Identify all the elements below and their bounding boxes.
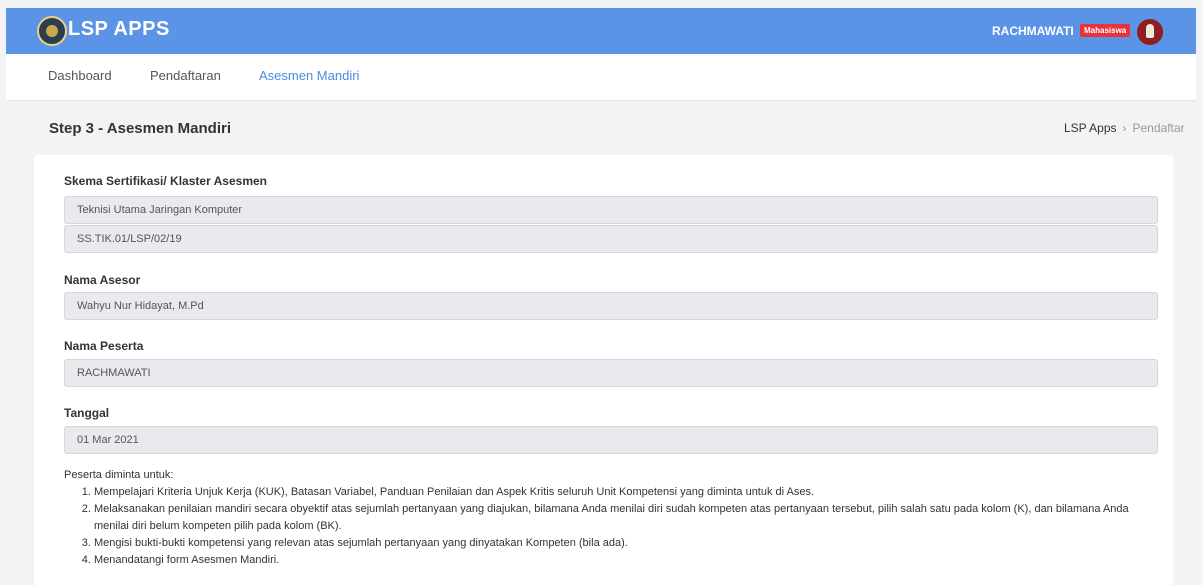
asesor-label: Nama Asesor <box>64 273 141 287</box>
asesor-field[interactable]: Wahyu Nur Hidayat, M.Pd <box>64 292 1158 320</box>
peserta-label: Nama Peserta <box>64 339 144 353</box>
instructions-list: Mempelajari Kriteria Unjuk Kerja (KUK), … <box>64 484 1154 569</box>
instruction-item: Melaksanakan penilaian mandiri secara ob… <box>94 501 1154 535</box>
instruction-item: Menandatangi form Asesmen Mandiri. <box>94 552 1154 569</box>
instruction-item: Mempelajari Kriteria Unjuk Kerja (KUK), … <box>94 484 1154 501</box>
tanggal-label: Tanggal <box>64 406 110 420</box>
peserta-field[interactable]: RACHMAWATI <box>64 359 1158 387</box>
nav-dashboard[interactable]: Dashboard <box>48 68 112 83</box>
nav-pendaftaran[interactable]: Pendaftaran <box>150 68 221 83</box>
skema-name-field[interactable]: Teknisi Utama Jaringan Komputer <box>64 196 1158 224</box>
skema-label: Skema Sertifikasi/ Klaster Asesmen <box>64 174 267 188</box>
breadcrumb: LSP Apps › Pendaftar <box>1064 121 1185 135</box>
tanggal-field[interactable]: 01 Mar 2021 <box>64 426 1158 454</box>
user-avatar[interactable] <box>1137 19 1163 45</box>
breadcrumb-item-pendaftar[interactable]: Pendaftar <box>1133 121 1185 135</box>
top-header-bar: LSP APPS RACHMAWATI Mahasiswa <box>6 8 1196 54</box>
role-badge: Mahasiswa <box>1080 24 1131 37</box>
user-name[interactable]: RACHMAWATI <box>992 24 1074 38</box>
instruction-item: Mengisi bukti-bukti kompetensi yang rele… <box>94 535 1154 552</box>
app-logo-text[interactable]: LSP APPS <box>68 18 170 41</box>
page-title: Step 3 - Asesmen Mandiri <box>49 120 231 137</box>
breadcrumb-item-lsp-apps[interactable]: LSP Apps <box>1064 121 1117 135</box>
instructions-block: Peserta diminta untuk: Mempelajari Krite… <box>64 467 1154 569</box>
main-nav: Dashboard Pendaftaran Asesmen Mandiri <box>6 54 1196 101</box>
lsp-logo-icon[interactable] <box>37 16 67 46</box>
instructions-intro: Peserta diminta untuk: <box>64 469 174 481</box>
breadcrumb-separator-icon: › <box>1122 121 1127 135</box>
skema-code-field[interactable]: SS.TIK.01/LSP/02/19 <box>64 225 1158 253</box>
nav-asesmen-mandiri[interactable]: Asesmen Mandiri <box>259 68 359 83</box>
form-card: Skema Sertifikasi/ Klaster Asesmen Tekni… <box>34 155 1173 585</box>
